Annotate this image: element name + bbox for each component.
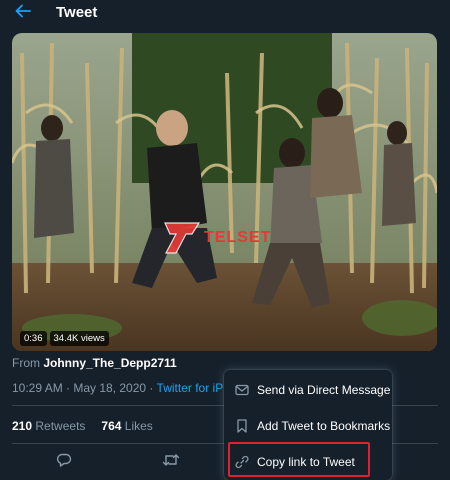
link-icon — [235, 455, 249, 469]
back-button[interactable] — [12, 3, 34, 23]
likes-label: Likes — [124, 419, 153, 433]
tweet-stats: 210 Retweets 764 Likes — [12, 419, 153, 433]
watermark-logo: TELSET — [162, 220, 271, 256]
likes-count: 764 — [101, 419, 122, 433]
menu-item-copy-link[interactable]: Copy link to Tweet — [224, 444, 392, 480]
retweet-icon — [162, 452, 180, 473]
source-attribution: From Johnny_The_Depp2711 — [12, 356, 177, 370]
retweet-button[interactable] — [162, 453, 180, 471]
tweet-timestamp: 10:29 AM · May 18, 2020 · — [12, 381, 157, 395]
source-user-link[interactable]: Johnny_The_Depp2711 — [43, 356, 176, 370]
bookmark-icon — [235, 419, 249, 433]
tweet-page: Tweet TELSET 0:36 34.4K views From Johnn… — [0, 0, 450, 480]
tweet-meta: 10:29 AM · May 18, 2020 · Twitter for iP… — [12, 381, 227, 395]
video-views: 34.4K views — [49, 331, 109, 346]
video-duration: 0:36 — [20, 331, 47, 346]
watermark-text: TELSET — [204, 229, 272, 246]
page-title: Tweet — [56, 4, 98, 21]
likes-stat[interactable]: 764 Likes — [101, 419, 152, 433]
menu-item-label: Add Tweet to Bookmarks — [257, 419, 391, 433]
reply-button[interactable] — [55, 453, 73, 471]
arrow-left-icon — [15, 4, 31, 23]
tweet-video[interactable]: TELSET 0:36 34.4K views — [12, 33, 437, 351]
client-link[interactable]: Twitter for iPhone — [157, 381, 227, 395]
telset-logo-icon — [164, 222, 201, 254]
retweets-stat[interactable]: 210 Retweets — [12, 419, 85, 433]
share-menu: Send via Direct Message Add Tweet to Boo… — [224, 370, 392, 480]
menu-item-label: Copy link to Tweet — [257, 455, 355, 469]
reply-icon — [56, 452, 72, 473]
retweets-label: Retweets — [35, 419, 86, 433]
menu-item-label: Send via Direct Message — [257, 383, 391, 397]
video-frame-image — [12, 33, 437, 351]
menu-item-bookmark[interactable]: Add Tweet to Bookmarks — [224, 408, 392, 444]
envelope-icon — [235, 383, 249, 397]
video-info-overlay: 0:36 34.4K views — [20, 331, 109, 346]
menu-item-send-dm[interactable]: Send via Direct Message — [224, 372, 392, 408]
from-prefix: From — [12, 356, 40, 370]
header-bar: Tweet — [0, 0, 450, 28]
retweets-count: 210 — [12, 419, 33, 433]
